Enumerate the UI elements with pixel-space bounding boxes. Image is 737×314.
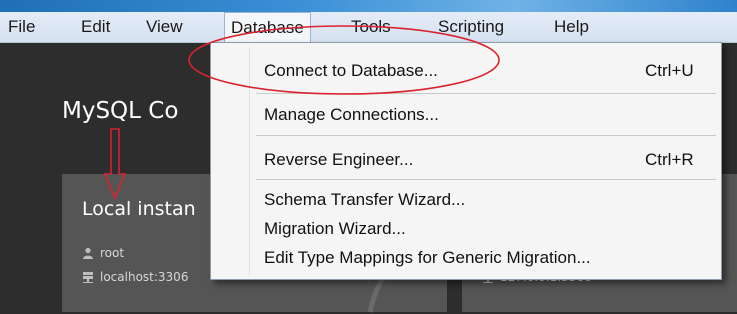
app-title: MySQL Co [62,98,179,124]
arrow-down-icon [104,128,126,200]
menu-item-shortcut: Ctrl+U [645,61,694,80]
annotation-ellipse [188,25,500,95]
server-icon [83,272,93,283]
menu-item-schema-transfer-wizard[interactable]: Schema Transfer Wizard... [211,186,721,214]
menu-item-label: Edit Type Mappings for Generic Migration… [264,248,591,267]
connection-user-text: root [100,246,125,260]
menu-item-edit-type-mappings[interactable]: Edit Type Mappings for Generic Migration… [211,244,721,272]
menu-file[interactable]: File [2,12,41,42]
menu-edit[interactable]: Edit [75,12,116,42]
title-bar-strip [0,0,737,12]
menu-item-manage-connections[interactable]: Manage Connections... [211,101,721,129]
menu-item-label: Manage Connections... [264,105,439,124]
user-icon [83,247,93,259]
menu-item-migration-wizard[interactable]: Migration Wizard... [211,215,721,243]
menu-separator [256,179,716,180]
connection-host: localhost:3306 [82,270,188,284]
menu-item-label: Migration Wizard... [264,219,406,238]
menu-item-shortcut: Ctrl+R [645,150,694,169]
connection-user: root [82,246,124,260]
connection-tile-title: Local instan [82,198,196,220]
menu-item-label: Schema Transfer Wizard... [264,190,466,209]
connection-host-text: localhost:3306 [100,270,189,284]
menu-item-reverse-engineer[interactable]: Reverse Engineer... Ctrl+R [211,146,721,174]
menu-separator [256,135,716,136]
menu-item-label: Reverse Engineer... [264,150,414,169]
